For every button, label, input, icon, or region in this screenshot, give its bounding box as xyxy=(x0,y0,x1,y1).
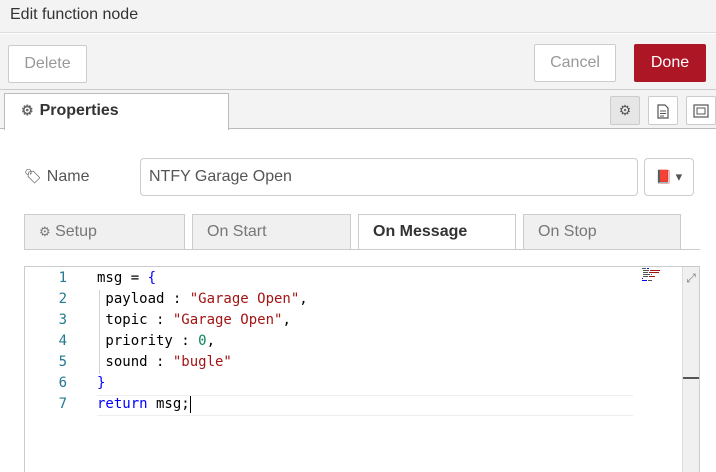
name-label: 🏷︎ Name xyxy=(24,168,89,186)
code-line: priority : 0, xyxy=(97,331,215,352)
line-number: 3 xyxy=(58,312,67,328)
code-line: } xyxy=(97,373,105,394)
tag-icon: 🏷︎ xyxy=(24,168,42,184)
code-token: , xyxy=(206,333,216,349)
layout-icon xyxy=(693,104,709,118)
tab-on-stop-label: On Stop xyxy=(538,223,597,240)
caret-down-icon: ▾ xyxy=(675,169,683,184)
node-properties-button[interactable]: ⚙ xyxy=(610,96,640,125)
code-line: sound : "bugle" xyxy=(97,352,232,373)
tab-on-stop[interactable]: On Stop xyxy=(523,214,681,249)
gear-icon: ⚙ xyxy=(618,102,632,118)
code-line: return msg; xyxy=(97,394,191,415)
gear-icon: ⚙ xyxy=(39,224,51,239)
document-icon xyxy=(657,104,669,119)
code-token: return xyxy=(97,396,148,412)
line-number: 2 xyxy=(58,291,67,307)
delete-button[interactable]: Delete xyxy=(8,45,87,83)
tabs-divider xyxy=(24,249,700,250)
expand-icon[interactable]: ⤢ xyxy=(682,269,699,287)
code-token: "Garage Open" xyxy=(189,291,300,307)
code-token: priority : xyxy=(97,333,199,349)
code-token: 0 xyxy=(198,333,207,349)
code-token: } xyxy=(97,375,106,391)
line-number: 1 xyxy=(58,270,67,286)
tab-on-message-label: On Message xyxy=(373,223,468,240)
done-button[interactable]: Done xyxy=(634,44,706,82)
tab-setup-label: Setup xyxy=(55,223,97,240)
code-token: , xyxy=(282,312,291,328)
cancel-button[interactable]: Cancel xyxy=(534,44,616,82)
tab-properties-label: Properties xyxy=(39,102,119,119)
dialog-title: Edit function node xyxy=(10,6,139,23)
code-line: msg = { xyxy=(97,268,156,289)
tab-on-start-label: On Start xyxy=(207,223,267,240)
book-icon: 📕 xyxy=(655,169,673,184)
tab-on-message[interactable]: On Message xyxy=(358,214,516,250)
text-cursor xyxy=(189,395,191,413)
tab-properties[interactable]: ⚙ Properties xyxy=(4,93,229,130)
code-token: , xyxy=(299,291,308,307)
minimap[interactable] xyxy=(640,267,670,283)
node-description-button[interactable] xyxy=(648,96,678,125)
tab-on-start[interactable]: On Start xyxy=(192,214,351,249)
code-token: topic : xyxy=(97,312,173,328)
code-token: "bugle" xyxy=(172,354,232,370)
tray-tabs: ⚙ Properties ⚙ xyxy=(0,90,716,130)
name-input[interactable]: NTFY Garage Open xyxy=(140,158,638,196)
name-label-text: Name xyxy=(46,168,90,185)
node-appearance-button[interactable] xyxy=(686,96,716,125)
code-token: payload : xyxy=(97,291,190,307)
code-token: sound : xyxy=(97,354,173,370)
code-line: topic : "Garage Open", xyxy=(97,310,291,331)
library-button[interactable]: 📕 ▾ xyxy=(644,158,694,196)
line-number-gutter: 1 2 3 4 5 6 7 xyxy=(25,267,87,472)
code-token: msg; xyxy=(147,396,190,412)
line-number: 5 xyxy=(58,354,67,370)
scrollbar-thumb[interactable] xyxy=(683,377,699,379)
line-number: 4 xyxy=(58,333,67,349)
code-line: payload : "Garage Open", xyxy=(97,289,308,310)
tab-setup[interactable]: ⚙ Setup xyxy=(24,214,185,249)
code-token: "Garage Open" xyxy=(172,312,283,328)
editor-scrollbar[interactable] xyxy=(682,267,699,472)
line-number: 7 xyxy=(58,396,67,412)
code-token: { xyxy=(147,270,157,286)
dialog-toolbar: Delete Cancel Done xyxy=(0,34,716,90)
gear-icon: ⚙ xyxy=(21,102,34,118)
line-number: 6 xyxy=(58,375,67,391)
code-token: msg = xyxy=(97,270,148,286)
code-editor[interactable]: 1 2 3 4 5 6 7 msg = { payload : "Garage … xyxy=(24,266,700,472)
dialog-header: Edit function node xyxy=(0,0,716,33)
